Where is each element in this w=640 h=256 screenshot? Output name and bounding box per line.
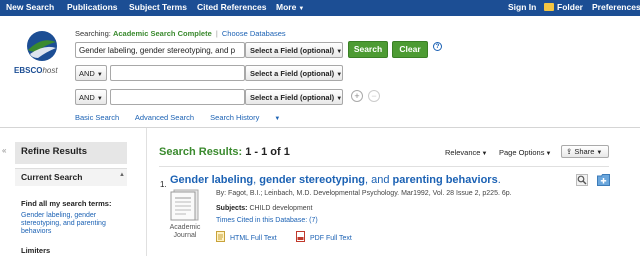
subjects-label: Subjects: bbox=[216, 205, 248, 212]
document-type-label: Academic Journal bbox=[160, 224, 210, 240]
collapse-panel-icon[interactable]: « bbox=[2, 146, 6, 155]
title-part: . bbox=[497, 174, 501, 186]
search-links: Basic Search Advanced Search Search Hist… bbox=[75, 113, 308, 122]
logo-suffix: host bbox=[42, 66, 58, 75]
title-part: Gender labeling bbox=[170, 174, 254, 186]
share-label: Share bbox=[574, 147, 595, 156]
boolean-select-2[interactable]: AND ▼ bbox=[75, 65, 107, 81]
nav-sign-in[interactable]: Sign In bbox=[508, 2, 536, 12]
nav-more[interactable]: More ▼ bbox=[276, 2, 304, 12]
add-row-button[interactable]: + bbox=[351, 90, 363, 102]
boolean-select-3[interactable]: AND ▼ bbox=[75, 89, 107, 105]
refine-results-heading: Refine Results bbox=[15, 142, 127, 164]
nav-new-search[interactable]: New Search bbox=[6, 2, 54, 12]
result-byline: By: Fagot, B.I.; Leinbach, M.D. Developm… bbox=[216, 190, 512, 197]
search-input-1[interactable]: Gender labeling, gender stereotyping, an… bbox=[75, 42, 245, 58]
nav-folder-label: Folder bbox=[557, 2, 583, 12]
chevron-up-icon[interactable]: ▲ bbox=[119, 172, 125, 178]
choose-databases-link[interactable]: Choose Databases bbox=[222, 29, 286, 38]
help-icon[interactable]: ? bbox=[433, 42, 442, 51]
searching-label: Searching: bbox=[75, 29, 111, 38]
panel-divider bbox=[146, 128, 147, 256]
chevron-down-icon: ▼ bbox=[298, 6, 305, 12]
add-to-folder-icon[interactable] bbox=[597, 173, 610, 186]
chevron-down-icon: ▼ bbox=[596, 150, 603, 156]
sort-relevance-dropdown[interactable]: Relevance▼ bbox=[445, 148, 487, 157]
logo-brand: EBSCO bbox=[14, 66, 43, 75]
title-part: , and bbox=[365, 174, 393, 186]
field-select-2-label: Select a Field (optional) bbox=[250, 69, 335, 78]
results-heading-label: Search Results: bbox=[159, 146, 243, 158]
chevron-down-icon: ▼ bbox=[96, 96, 103, 102]
result-number: 1. bbox=[160, 180, 167, 189]
clear-button[interactable]: Clear bbox=[392, 41, 428, 58]
database-name: Academic Search Complete bbox=[112, 29, 212, 38]
subjects-value[interactable]: CHILD development bbox=[249, 205, 312, 212]
result-title-link[interactable]: Gender labeling, gender stereotyping, an… bbox=[170, 174, 501, 186]
boolean-select-2-label: AND bbox=[79, 69, 95, 78]
chevron-down-icon: ▼ bbox=[336, 72, 343, 78]
result-subjects: Subjects: CHILD development bbox=[216, 205, 313, 212]
search-button[interactable]: Search bbox=[348, 41, 388, 58]
title-part: gender stereotyping bbox=[259, 174, 366, 186]
divider bbox=[0, 127, 640, 128]
chevron-down-icon: ▼ bbox=[274, 116, 281, 122]
find-all-terms-value[interactable]: Gender labeling, gender stereotyping, an… bbox=[21, 212, 121, 236]
current-search-heading[interactable]: Current Search bbox=[15, 168, 127, 186]
boolean-select-3-label: AND bbox=[79, 93, 95, 102]
html-full-text-link[interactable]: HTML Full Text bbox=[216, 231, 277, 242]
nav-publications[interactable]: Publications bbox=[67, 2, 118, 12]
search-history-link[interactable]: Search History ▼ bbox=[210, 113, 294, 122]
doc-type-line2: Journal bbox=[173, 232, 197, 239]
limiters-label: Limiters bbox=[21, 246, 51, 255]
share-button[interactable]: ⇪ Share ▼ bbox=[561, 145, 609, 158]
chevron-down-icon: ▼ bbox=[96, 72, 103, 78]
page-options-label: Page Options bbox=[499, 148, 545, 157]
results-divider bbox=[159, 166, 609, 167]
search-input-3[interactable] bbox=[110, 89, 245, 105]
field-select-1-label: Select a Field (optional) bbox=[250, 46, 335, 55]
field-select-1[interactable]: Select a Field (optional) ▼ bbox=[245, 42, 343, 58]
pdf-full-text-label: PDF Full Text bbox=[310, 235, 352, 242]
pdf-icon bbox=[296, 231, 305, 242]
doc-type-line1: Academic bbox=[169, 224, 201, 231]
title-part: parenting behaviors bbox=[392, 174, 498, 186]
sort-label: Relevance bbox=[445, 148, 481, 157]
nav-cited-references[interactable]: Cited References bbox=[197, 2, 266, 12]
field-select-2[interactable]: Select a Field (optional) ▼ bbox=[245, 65, 343, 81]
nav-preferences[interactable]: Preferences bbox=[592, 2, 640, 12]
top-navigation-bar: New Search Publications Subject Terms Ci… bbox=[0, 0, 640, 16]
html-full-text-label: HTML Full Text bbox=[230, 235, 277, 242]
chevron-down-icon: ▼ bbox=[481, 151, 488, 157]
field-select-3-label: Select a Field (optional) bbox=[250, 93, 335, 102]
html-document-icon bbox=[216, 231, 225, 242]
ebsco-wordmark: EBSCOhost bbox=[14, 66, 58, 75]
separator: | bbox=[215, 29, 218, 38]
results-heading: Search Results: 1 - 1 of 1 bbox=[159, 146, 290, 158]
page-options-dropdown[interactable]: Page Options▼ bbox=[499, 148, 551, 157]
nav-more-label: More bbox=[276, 2, 297, 12]
chevron-down-icon: ▼ bbox=[336, 49, 343, 55]
chevron-down-icon: ▼ bbox=[336, 96, 343, 102]
find-all-terms-label: Find all my search terms: bbox=[21, 199, 112, 208]
nav-folder[interactable]: Folder bbox=[544, 2, 583, 12]
advanced-search-link[interactable]: Advanced Search bbox=[135, 113, 194, 122]
folder-icon bbox=[544, 3, 554, 11]
results-count: 1 - 1 of 1 bbox=[245, 146, 290, 158]
pdf-full-text-link[interactable]: PDF Full Text bbox=[296, 231, 352, 242]
journal-thumbnail-icon[interactable] bbox=[170, 188, 200, 222]
magnifier-preview-icon[interactable] bbox=[576, 174, 588, 186]
field-select-3[interactable]: Select a Field (optional) ▼ bbox=[245, 89, 343, 105]
searching-line: Searching: Academic Search Complete | Ch… bbox=[75, 29, 286, 38]
chevron-down-icon: ▼ bbox=[545, 151, 552, 157]
basic-search-link[interactable]: Basic Search bbox=[75, 113, 119, 122]
nav-subject-terms[interactable]: Subject Terms bbox=[129, 2, 187, 12]
search-history-label: Search History bbox=[210, 113, 260, 122]
times-cited-link[interactable]: Times Cited in this Database: (7) bbox=[216, 217, 318, 224]
search-input-2[interactable] bbox=[110, 65, 245, 81]
remove-row-button[interactable]: − bbox=[368, 90, 380, 102]
